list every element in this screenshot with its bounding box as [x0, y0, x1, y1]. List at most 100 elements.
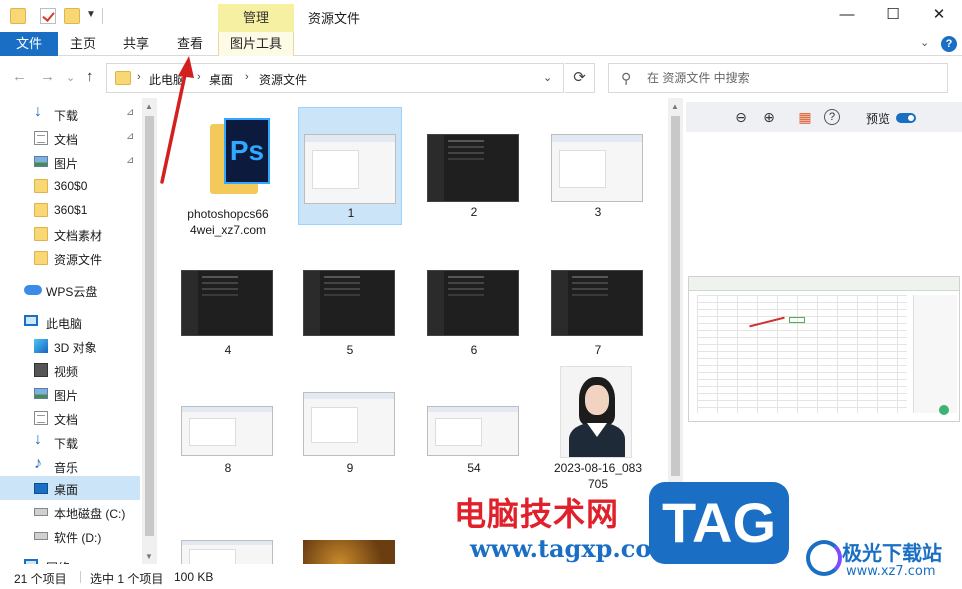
breadcrumb-separator[interactable]: › [197, 71, 201, 83]
sidebar-item-downloads[interactable]: 下载 [0, 430, 140, 454]
tab-share[interactable]: 共享 [114, 32, 158, 56]
ribbon-tabs: 文件 主页 共享 查看 图片工具 ⌄ ? [0, 32, 962, 56]
tab-picture-tools[interactable]: 图片工具 [218, 32, 294, 56]
refresh-button[interactable]: ⟳ [565, 63, 595, 93]
grid-view-icon[interactable]: ▦ [796, 108, 814, 126]
file-tile-8[interactable]: 8 [176, 394, 280, 480]
sidebar-item-label: 视频 [54, 365, 79, 379]
sidebar-item-videos[interactable]: 视频 [0, 358, 140, 382]
sidebar-scrollbar[interactable]: ▲ ▼ [142, 98, 157, 564]
breadcrumb-separator[interactable]: › [245, 71, 249, 83]
address-dropdown-chevron-icon[interactable]: ⌄ [543, 71, 552, 84]
image-thumbnail [303, 270, 395, 336]
file-tile-1[interactable]: 1 [298, 107, 402, 225]
sidebar-item-desktop[interactable]: 桌面 [0, 476, 140, 500]
sidebar-item-network[interactable]: 网络 [0, 554, 140, 564]
file-name: 8 [224, 461, 232, 475]
sidebar-item-drive-c[interactable]: 本地磁盘 (C:) [0, 500, 140, 524]
folder-icon [34, 179, 48, 193]
recent-locations-chevron-icon[interactable]: ⌄ [66, 71, 75, 84]
window-title: 资源文件 [308, 11, 361, 26]
sidebar-item-quick-pictures[interactable]: 图片 ⊿ [0, 150, 140, 174]
close-button[interactable]: ✕ [916, 0, 962, 32]
sidebar-item-360-0[interactable]: 360$0 [0, 174, 140, 198]
help-icon[interactable]: ? [824, 109, 840, 125]
search-box[interactable]: ⚲ [608, 63, 948, 93]
preview-image [688, 276, 960, 422]
sidebar-scroll-thumb[interactable] [145, 116, 154, 536]
breadcrumb-this-pc[interactable]: 此电脑 [149, 71, 185, 88]
file-tile-7[interactable]: 7 [546, 258, 650, 358]
file-tile-5[interactable]: 5 [298, 258, 402, 358]
expand-ribbon-chevron-icon[interactable]: ⌄ [920, 36, 929, 49]
zoom-out-icon[interactable]: ⊖ [732, 108, 750, 126]
sidebar-item-wps-cloud[interactable]: WPS云盘 [0, 278, 140, 302]
pin-icon[interactable]: ⊿ [126, 107, 134, 118]
sidebar-item-resource-files[interactable]: 资源文件 [0, 246, 140, 270]
file-tile-photoshop-folder[interactable]: Ps photoshopcs66 4wei_xz7.com [176, 108, 280, 248]
sidebar-item-doc-materials[interactable]: 文档素材 [0, 222, 140, 246]
sidebar-item-3d-objects[interactable]: 3D 对象 [0, 334, 140, 358]
zoom-in-icon[interactable]: ⊕ [760, 108, 778, 126]
file-tile-9[interactable]: 9 [298, 382, 402, 478]
back-arrow-icon[interactable]: ← [12, 68, 27, 85]
up-arrow-icon[interactable]: ↑ [86, 68, 94, 85]
pin-icon[interactable]: ⊿ [126, 131, 134, 142]
file-tile-4[interactable]: 4 [176, 258, 280, 358]
properties-check-icon[interactable] [40, 8, 56, 24]
status-divider [80, 571, 81, 583]
minimize-button[interactable]: — [824, 0, 870, 32]
file-tile-54[interactable]: 54 [422, 396, 526, 480]
sidebar-item-music[interactable]: 音乐 [0, 454, 140, 478]
3d-objects-icon [34, 339, 48, 353]
sidebar-item-documents[interactable]: 文档 [0, 406, 140, 430]
sidebar-item-pictures[interactable]: 图片 [0, 382, 140, 406]
scroll-down-arrow-icon[interactable]: ▼ [145, 552, 153, 561]
scroll-up-arrow-icon[interactable]: ▲ [145, 102, 153, 111]
image-thumbnail [427, 406, 519, 456]
sidebar-item-this-pc[interactable]: 此电脑 [0, 310, 140, 334]
sidebar-item-360-1[interactable]: 360$1 [0, 198, 140, 222]
image-thumbnail [427, 134, 519, 202]
file-name: 4 [224, 343, 232, 357]
search-input[interactable] [647, 68, 937, 88]
search-icon: ⚲ [621, 70, 632, 86]
forward-arrow-icon[interactable]: → [40, 68, 55, 85]
quick-access-dropdown[interactable]: ▼ [86, 9, 96, 20]
video-icon [34, 363, 48, 377]
tab-file[interactable]: 文件 [0, 32, 58, 56]
manage-context-tab[interactable]: 管理 [218, 4, 294, 32]
maximize-button[interactable]: ☐ [870, 0, 916, 32]
sidebar-item-label: 下载 [54, 109, 79, 123]
music-icon [34, 455, 48, 473]
file-tile-partial-1[interactable] [176, 534, 280, 564]
file-tile-2[interactable]: 2 [422, 108, 526, 226]
file-tile-photo-20230816[interactable]: 2023-08-16_083 705 [546, 360, 650, 491]
address-bar[interactable]: › 此电脑 › 桌面 › 资源文件 ⌄ [106, 63, 564, 93]
status-item-count: 21 个项目 [14, 572, 67, 586]
tab-home[interactable]: 主页 [62, 32, 104, 56]
help-icon[interactable]: ? [941, 36, 957, 52]
sidebar-item-label: 文档素材 [54, 229, 103, 243]
file-list-scroll-thumb[interactable] [671, 116, 680, 476]
image-thumbnail [551, 270, 643, 336]
breadcrumb-resource-folder[interactable]: 资源文件 [259, 71, 307, 88]
file-tile-6[interactable]: 6 [422, 258, 526, 358]
sidebar-item-label: 360$0 [54, 179, 88, 193]
new-folder-icon[interactable] [64, 8, 80, 24]
file-tile-partial-2[interactable] [298, 534, 402, 564]
drive-icon [34, 532, 48, 540]
scroll-up-arrow-icon[interactable]: ▲ [671, 102, 679, 111]
sidebar-item-quick-downloads[interactable]: 下载 ⊿ [0, 102, 140, 126]
sidebar-item-drive-d[interactable]: 软件 (D:) [0, 524, 140, 548]
tab-view[interactable]: 查看 [168, 32, 212, 56]
sidebar-item-label: 360$1 [54, 203, 88, 217]
preview-toggle[interactable] [896, 113, 916, 123]
sidebar-item-quick-documents[interactable]: 文档 ⊿ [0, 126, 140, 150]
pin-icon[interactable]: ⊿ [126, 155, 134, 166]
watermark-site-name: 电脑技术网 [454, 495, 620, 533]
sidebar-item-label: 软件 (D:) [54, 531, 102, 545]
file-tile-3[interactable]: 3 [546, 108, 650, 226]
breadcrumb-separator[interactable]: › [137, 71, 141, 83]
breadcrumb-desktop[interactable]: 桌面 [209, 71, 233, 88]
